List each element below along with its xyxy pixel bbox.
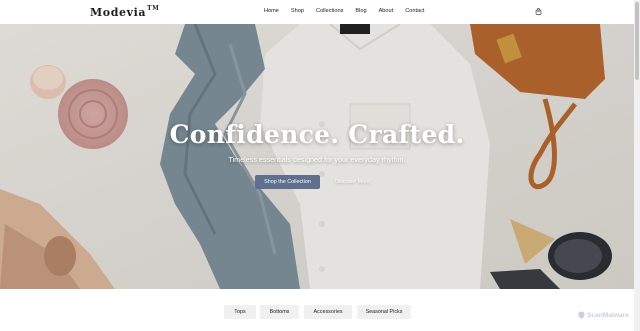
nav-item-shop[interactable]: Shop bbox=[291, 8, 304, 14]
nav-item-contact[interactable]: Contact bbox=[405, 8, 424, 14]
nav-item-about[interactable]: About bbox=[379, 8, 394, 14]
brand-logo[interactable]: ModeviaTM bbox=[90, 5, 160, 19]
hero-subtitle: Timeless essentials designed for your ev… bbox=[228, 155, 406, 164]
nav-item-collections[interactable]: Collections bbox=[316, 8, 343, 14]
watermark-text: ScanMalware bbox=[587, 311, 629, 319]
nav-item-home[interactable]: Home bbox=[264, 8, 279, 14]
category-seasonal-picks-button[interactable]: Seasonal Picks bbox=[357, 305, 411, 319]
nav-item-blog[interactable]: Blog bbox=[355, 8, 366, 14]
discover-more-button[interactable]: Discover More bbox=[325, 175, 380, 189]
bag-icon[interactable] bbox=[535, 8, 542, 15]
hero-title: Confidence. Crafted. bbox=[169, 120, 465, 149]
category-bar: Tops Bottoms Accessories Seasonal Picks bbox=[0, 289, 634, 331]
category-accessories-button[interactable]: Accessories bbox=[304, 305, 352, 319]
scrollbar-thumb[interactable] bbox=[635, 2, 639, 80]
category-bottoms-button[interactable]: Bottoms bbox=[260, 305, 299, 319]
shield-icon bbox=[578, 311, 585, 319]
page-scrollbar[interactable] bbox=[634, 0, 640, 331]
brand-logo-text: Modevia bbox=[90, 6, 147, 19]
hero-section: Confidence. Crafted. Timeless essentials… bbox=[0, 24, 634, 289]
shop-collection-button[interactable]: Shop the Collection bbox=[255, 175, 320, 189]
site-header: ModeviaTM Home Shop Collections Blog Abo… bbox=[0, 0, 634, 24]
trademark-mark: TM bbox=[147, 5, 160, 13]
category-tops-button[interactable]: Tops bbox=[224, 305, 256, 319]
main-nav: Home Shop Collections Blog About Contact bbox=[264, 8, 436, 14]
scanmalware-watermark: ScanMalware bbox=[578, 311, 629, 319]
